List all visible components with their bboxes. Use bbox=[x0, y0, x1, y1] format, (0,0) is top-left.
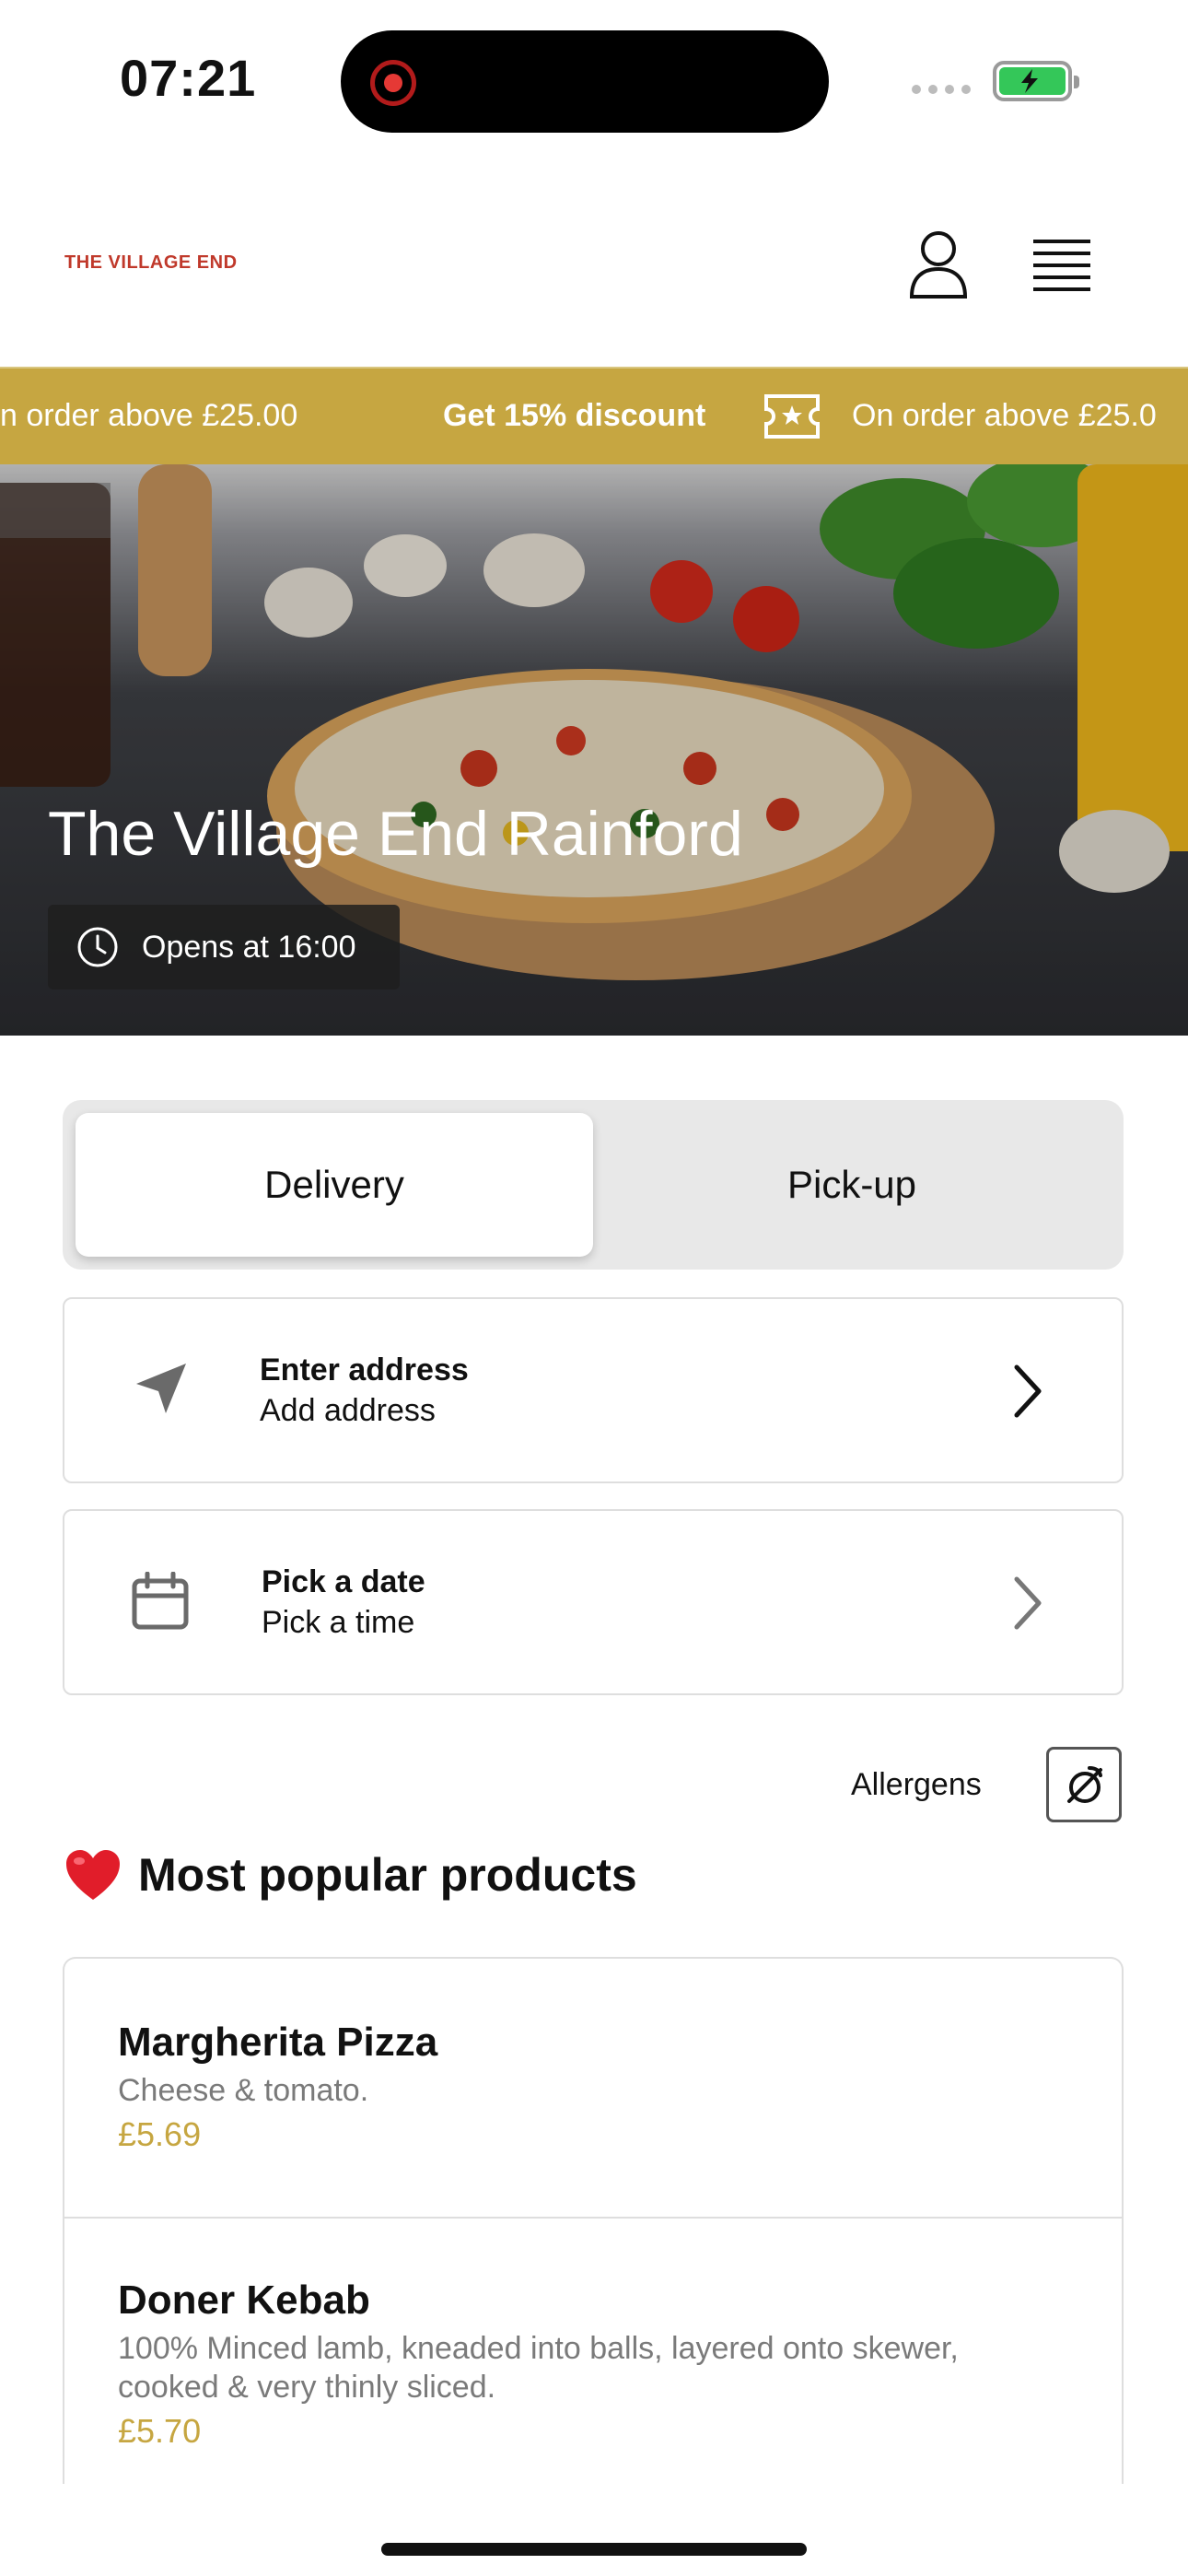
hero-banner: The Village End Rainford Opens at 16:00 bbox=[0, 464, 1188, 1036]
clock-icon bbox=[77, 927, 118, 967]
promo-condition-left: n order above £25.00 bbox=[0, 398, 298, 433]
status-bar: 07:21 bbox=[0, 0, 1188, 157]
product-divider bbox=[64, 2217, 1122, 2219]
allergens-label: Allergens bbox=[851, 1767, 982, 1802]
product-list: Margherita Pizza Cheese & tomato. £5.69 … bbox=[63, 1957, 1124, 2484]
popular-products-heading: Most popular products bbox=[64, 1848, 637, 1902]
chevron-right-icon bbox=[1014, 1576, 1042, 1630]
status-time: 07:21 bbox=[120, 49, 257, 107]
promo-banner[interactable]: n order above £25.00 Get 15% discount On… bbox=[0, 367, 1188, 464]
home-indicator[interactable] bbox=[381, 2543, 807, 2556]
heart-icon bbox=[66, 1850, 120, 1900]
chevron-right-icon bbox=[1014, 1364, 1042, 1418]
signal-icon bbox=[912, 85, 971, 94]
dynamic-island bbox=[341, 30, 829, 133]
app-header: THE VILLAGE END bbox=[0, 157, 1188, 367]
product-description: Cheese & tomato. bbox=[118, 2073, 369, 2108]
schedule-title: Pick a date bbox=[262, 1564, 425, 1599]
ticket-icon bbox=[763, 392, 821, 440]
recording-icon bbox=[370, 60, 416, 106]
brand-logo[interactable]: THE VILLAGE END bbox=[64, 252, 238, 274]
schedule-subtitle: Pick a time bbox=[262, 1605, 415, 1640]
calendar-icon bbox=[132, 1572, 189, 1630]
app-screen: 07:21 THE VILLAGE END n order above £25.… bbox=[0, 0, 1188, 2576]
schedule-selector[interactable]: Pick a date Pick a time bbox=[63, 1509, 1124, 1695]
product-item[interactable]: Doner Kebab 100% Minced lamb, kneaded in… bbox=[64, 2277, 1122, 2451]
address-subtitle: Add address bbox=[260, 1393, 436, 1428]
navigation-arrow-icon bbox=[136, 1364, 186, 1413]
order-type-toggle: Delivery Pick-up bbox=[63, 1100, 1124, 1270]
product-description: 100% Minced lamb, kneaded into balls, la… bbox=[118, 2331, 959, 2405]
account-icon[interactable] bbox=[907, 230, 970, 300]
popular-products-title: Most popular products bbox=[138, 1849, 637, 1901]
delivery-option[interactable]: Delivery bbox=[76, 1113, 593, 1257]
battery-icon bbox=[993, 61, 1079, 101]
opening-hours-badge: Opens at 16:00 bbox=[48, 905, 400, 989]
product-price: £5.70 bbox=[118, 2412, 202, 2450]
product-price: £5.69 bbox=[118, 2115, 202, 2153]
promo-headline: Get 15% discount bbox=[443, 398, 706, 433]
restaurant-name: The Village End Rainford bbox=[48, 799, 743, 869]
promo-condition-right: On order above £25.0 bbox=[852, 398, 1157, 433]
product-item[interactable]: Margherita Pizza Cheese & tomato. £5.69 bbox=[64, 2020, 1122, 2154]
product-name: Margherita Pizza bbox=[118, 2020, 438, 2065]
pickup-option[interactable]: Pick-up bbox=[593, 1113, 1111, 1257]
address-title: Enter address bbox=[260, 1352, 469, 1388]
opening-hours-text: Opens at 16:00 bbox=[142, 929, 356, 965]
product-name: Doner Kebab bbox=[118, 2277, 370, 2323]
allergens-button[interactable] bbox=[1046, 1747, 1122, 1822]
allergen-icon bbox=[1067, 1766, 1102, 1803]
address-selector[interactable]: Enter address Add address bbox=[63, 1297, 1124, 1483]
hamburger-menu-icon[interactable] bbox=[1031, 238, 1092, 293]
